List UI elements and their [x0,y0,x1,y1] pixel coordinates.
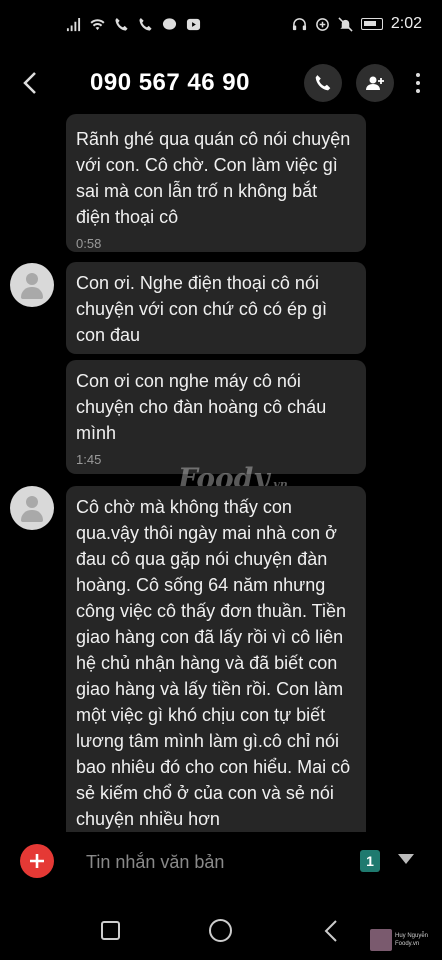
message-bubble[interactable]: Con ơi. Nghe điện thoại cô nói chuyện vớ… [66,262,366,354]
more-options-button[interactable] [404,68,432,98]
chevron-left-icon [23,72,36,94]
message-time: 0:58 [76,236,102,251]
sim-slot-badge[interactable]: 1 [360,850,380,872]
home-button[interactable] [209,919,232,942]
dot [416,81,420,85]
status-bar: 2:02 [0,0,442,48]
chat-bubble-icon [162,17,177,30]
add-person-icon [366,76,384,90]
message-text: Con ơi. Nghe điện thoại cô nói chuyện vớ… [76,273,327,345]
message-bubble[interactable]: Rãnh ghé qua quán cô nói chuyện với con.… [66,114,366,252]
message-input[interactable] [86,848,346,876]
nav-back-icon[interactable] [324,919,338,943]
mute-icon [338,16,353,32]
corner-tag-text: Huy Nguyễn Foody.vn [395,933,429,947]
phone-icon [315,75,331,91]
dot [416,89,420,93]
add-contact-button[interactable] [356,64,394,102]
status-clock: 2:02 [390,15,422,32]
plus-icon [30,854,44,868]
message-text: Con ơi con nghe máy cô nói chuyện cho đà… [76,371,327,443]
user-thumbnail [370,929,392,951]
video-app-icon [186,18,201,30]
conversation-header: 090 567 46 90 [0,54,442,112]
message-text: Rãnh ghé qua quán cô nói chuyện với con.… [76,129,351,227]
add-alarm-icon [315,17,329,31]
wifi-icon [90,18,105,30]
back-button[interactable] [0,54,60,112]
sender-avatar[interactable] [10,263,54,307]
message-composer: 1 [0,832,442,892]
recents-button[interactable] [101,921,120,940]
headset-icon [292,17,306,30]
attach-button[interactable] [20,844,54,878]
phone-icon [115,17,128,31]
dot [416,73,420,77]
phone-call-icon [139,17,152,31]
battery-icon [360,18,383,30]
message-bubble[interactable]: Con ơi con nghe máy cô nói chuyện cho đà… [66,360,366,474]
foody-corner-tag: Huy Nguyễn Foody.vn [370,928,440,952]
signal-icon [66,17,81,31]
status-icons-left [66,17,201,32]
contact-number: 090 567 46 90 [90,69,250,96]
expand-triangle-icon[interactable] [398,854,414,864]
message-text: Cô chờ mà không thấy con qua.vậy thôi ng… [76,497,351,829]
call-button[interactable] [304,64,342,102]
message-bubble[interactable]: Cô chờ mà không thấy con qua.vậy thôi ng… [66,486,366,832]
sender-avatar[interactable] [10,486,54,530]
status-icons-right: 2:02 [292,15,422,33]
